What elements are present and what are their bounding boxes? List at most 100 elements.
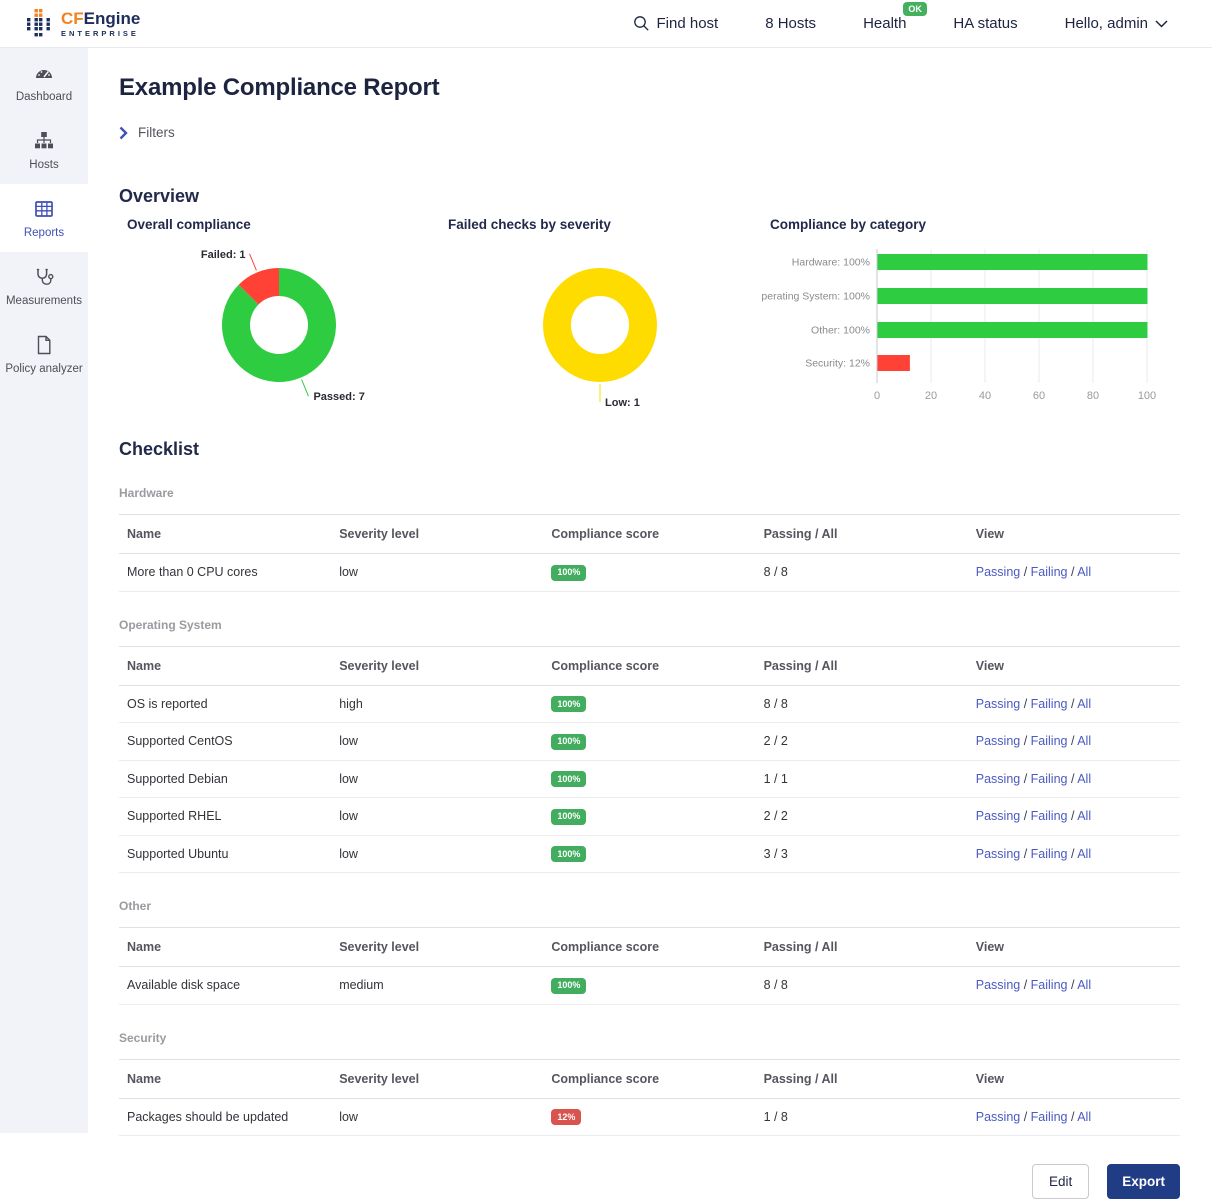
x-tick-label: 20 bbox=[925, 390, 937, 402]
checklist-group-hardware: HardwareNameSeverity levelCompliance sco… bbox=[119, 486, 1180, 592]
sidebar-item-label: Hosts bbox=[29, 159, 58, 171]
filters-label: Filters bbox=[138, 125, 175, 140]
column-header: Name bbox=[119, 515, 331, 554]
sidebar-item-label: Reports bbox=[24, 227, 64, 239]
view-link-all[interactable]: All bbox=[1077, 697, 1091, 711]
table-row: Supported Ubuntulow100%3 / 3Passing / Fa… bbox=[119, 835, 1180, 873]
link-separator: / bbox=[1067, 978, 1077, 992]
view-link-failing[interactable]: Failing bbox=[1031, 847, 1068, 861]
passing-all: 8 / 8 bbox=[756, 967, 968, 1005]
edit-button[interactable]: Edit bbox=[1032, 1164, 1089, 1199]
bar-hardware bbox=[878, 254, 1148, 270]
policy-analyzer-file-icon bbox=[34, 335, 54, 355]
view-link-all[interactable]: All bbox=[1077, 978, 1091, 992]
passing-all: 1 / 8 bbox=[756, 1098, 968, 1136]
sidebar-item-reports[interactable]: Reports bbox=[0, 184, 88, 252]
link-separator: / bbox=[1020, 1110, 1030, 1124]
find-host-label: Find host bbox=[657, 15, 719, 32]
find-host-search[interactable]: Find host bbox=[633, 15, 719, 32]
view-link-failing[interactable]: Failing bbox=[1031, 565, 1068, 579]
column-header: Passing / All bbox=[756, 1059, 968, 1098]
column-header: Passing / All bbox=[756, 928, 968, 967]
column-header: Severity level bbox=[331, 1059, 543, 1098]
link-separator: / bbox=[1067, 847, 1077, 861]
view-link-passing[interactable]: Passing bbox=[976, 697, 1020, 711]
x-tick-label: 40 bbox=[979, 390, 991, 402]
severity-level: high bbox=[331, 685, 543, 723]
chart-overall-compliance: Overall compliance Passed: 7Failed: 1 bbox=[119, 217, 440, 415]
view-link-passing[interactable]: Passing bbox=[976, 734, 1020, 748]
view-link-all[interactable]: All bbox=[1077, 809, 1091, 823]
view-link-failing[interactable]: Failing bbox=[1031, 734, 1068, 748]
sidebar-item-measurements[interactable]: Measurements bbox=[0, 252, 88, 320]
chart-title: Overall compliance bbox=[127, 217, 440, 232]
health-status-badge: OK bbox=[903, 2, 928, 16]
export-button[interactable]: Export bbox=[1107, 1164, 1180, 1199]
compliance-score-cell: 100% bbox=[543, 760, 755, 798]
sidebar-item-hosts[interactable]: Hosts bbox=[0, 116, 88, 184]
checklist-group-other: OtherNameSeverity levelCompliance scoreP… bbox=[119, 899, 1180, 1005]
view-link-all[interactable]: All bbox=[1077, 734, 1091, 748]
hosts-count-link[interactable]: 8 Hosts bbox=[765, 15, 816, 32]
x-tick-label: 100 bbox=[1138, 390, 1156, 402]
check-name: Available disk space bbox=[119, 967, 331, 1005]
compliance-score-cell: 100% bbox=[543, 798, 755, 836]
severity-level: low bbox=[331, 835, 543, 873]
view-link-passing[interactable]: Passing bbox=[976, 978, 1020, 992]
view-link-failing[interactable]: Failing bbox=[1031, 772, 1068, 786]
view-link-passing[interactable]: Passing bbox=[976, 772, 1020, 786]
view-link-all[interactable]: All bbox=[1077, 847, 1091, 861]
column-header: Severity level bbox=[331, 646, 543, 685]
severity-level: medium bbox=[331, 967, 543, 1005]
check-name: Supported Ubuntu bbox=[119, 835, 331, 873]
view-link-failing[interactable]: Failing bbox=[1031, 978, 1068, 992]
cfengine-logo[interactable]: CFEngine ENTERPRISE bbox=[27, 9, 140, 39]
group-label: Security bbox=[119, 1031, 1180, 1045]
compliance-score-cell: 100% bbox=[543, 835, 755, 873]
ha-status-link[interactable]: HA status bbox=[953, 15, 1017, 32]
chevron-down-icon bbox=[1155, 20, 1168, 28]
checklist-table: NameSeverity levelCompliance scorePassin… bbox=[119, 1059, 1180, 1137]
view-link-passing[interactable]: Passing bbox=[976, 565, 1020, 579]
chart-title: Compliance by category bbox=[770, 217, 1180, 232]
view-link-failing[interactable]: Failing bbox=[1031, 809, 1068, 823]
user-menu[interactable]: Hello, admin bbox=[1065, 15, 1168, 32]
view-link-all[interactable]: All bbox=[1077, 1110, 1091, 1124]
column-header: View bbox=[968, 515, 1180, 554]
search-icon bbox=[633, 15, 650, 32]
view-link-passing[interactable]: Passing bbox=[976, 1110, 1020, 1124]
top-header: CFEngine ENTERPRISE Find host 8 Hosts He… bbox=[0, 0, 1212, 48]
sidebar-item-dashboard[interactable]: Dashboard bbox=[0, 48, 88, 116]
checklist-group-operating-system: Operating SystemNameSeverity levelCompli… bbox=[119, 618, 1180, 874]
view-link-all[interactable]: All bbox=[1077, 565, 1091, 579]
table-row: Supported RHELlow100%2 / 2Passing / Fail… bbox=[119, 798, 1180, 836]
passing-all: 3 / 3 bbox=[756, 835, 968, 873]
check-name: Packages should be updated bbox=[119, 1098, 331, 1136]
donut-label: Passed: 7 bbox=[313, 391, 364, 403]
view-links: Passing / Failing / All bbox=[968, 554, 1180, 592]
view-link-all[interactable]: All bbox=[1077, 772, 1091, 786]
view-links: Passing / Failing / All bbox=[968, 798, 1180, 836]
check-name: Supported RHEL bbox=[119, 798, 331, 836]
view-link-passing[interactable]: Passing bbox=[976, 809, 1020, 823]
view-link-failing[interactable]: Failing bbox=[1031, 1110, 1068, 1124]
score-badge: 100% bbox=[551, 846, 586, 862]
checklist-table: NameSeverity levelCompliance scorePassin… bbox=[119, 514, 1180, 592]
health-link[interactable]: Health OK bbox=[863, 15, 906, 32]
x-tick-label: 60 bbox=[1033, 390, 1045, 402]
view-links: Passing / Failing / All bbox=[968, 967, 1180, 1005]
link-separator: / bbox=[1020, 772, 1030, 786]
view-link-failing[interactable]: Failing bbox=[1031, 697, 1068, 711]
table-row: More than 0 CPU coreslow100%8 / 8Passing… bbox=[119, 554, 1180, 592]
chart-failed-by-severity: Failed checks by severity Low: 1 bbox=[440, 217, 762, 415]
failed-severity-donut: Low: 1 bbox=[440, 237, 762, 415]
bar-other bbox=[878, 322, 1148, 338]
score-badge: 100% bbox=[551, 734, 586, 750]
sidebar-item-policy-analyzer[interactable]: Policy analyzer bbox=[0, 320, 88, 388]
view-link-passing[interactable]: Passing bbox=[976, 847, 1020, 861]
sidebar-item-label: Policy analyzer bbox=[5, 363, 82, 375]
view-links: Passing / Failing / All bbox=[968, 1098, 1180, 1136]
filters-toggle[interactable]: Filters bbox=[119, 125, 175, 140]
view-links: Passing / Failing / All bbox=[968, 835, 1180, 873]
bar-category-label: Operating System: 100% bbox=[762, 291, 870, 303]
